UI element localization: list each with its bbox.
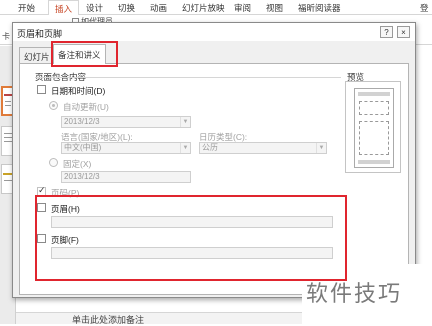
ribbon-tab-design[interactable]: 设计 [86, 2, 103, 14]
ribbon-tab-transitions[interactable]: 切换 [118, 2, 135, 14]
ribbon-tab-foxit[interactable]: 福昕阅读器 [298, 2, 341, 14]
datetime-checkbox[interactable] [37, 85, 46, 94]
ribbon-tab-slideshow[interactable]: 幻灯片放映 [182, 2, 225, 14]
calendar-select[interactable]: 公历 ▼ [199, 142, 327, 154]
language-select[interactable]: 中文(中国) ▼ [61, 142, 191, 154]
ribbon-command-2[interactable]: 卡 [2, 31, 10, 42]
auto-update-label: 自动更新(U) [63, 102, 109, 112]
fixed-date-field[interactable]: 2013/12/3 [61, 171, 191, 183]
chevron-down-icon: ▼ [180, 143, 190, 153]
notes-placeholder: 单击此处添加备注 [72, 315, 145, 325]
chevron-down-icon: ▼ [316, 143, 326, 153]
ribbon-tab-bar: 开始 插入 设计 切换 动画 幻灯片放映 审阅 视图 福昕阅读器 登 [0, 0, 432, 16]
ribbon-tab-review[interactable]: 审阅 [234, 2, 251, 14]
ribbon-signin[interactable]: 登 [420, 2, 429, 14]
tab-highlight-box [51, 41, 118, 67]
ribbon-tab-home[interactable]: 开始 [18, 2, 35, 14]
ribbon-tab-view[interactable]: 视图 [266, 2, 283, 14]
ribbon-tab-insert[interactable]: 插入 [48, 0, 80, 16]
auto-update-radio[interactable] [49, 101, 58, 110]
header-footer-dialog: 页眉和页脚 ? × 幻灯片 备注和讲义 页面包含内容 日期和时间(D) 自动更新… [12, 22, 416, 298]
ribbon-tab-animations[interactable]: 动画 [150, 2, 167, 14]
dialog-title: 页眉和页脚 [17, 29, 63, 39]
datetime-label: 日期和时间(D) [51, 86, 106, 96]
group-divider [35, 77, 341, 78]
help-button[interactable]: ? [380, 26, 393, 38]
close-button[interactable]: × [397, 26, 410, 38]
tab-slide[interactable]: 幻灯片 [19, 47, 55, 63]
preview-page [354, 88, 394, 168]
dialog-titlebar: 页眉和页脚 ? × [13, 23, 415, 41]
fixed-label: 固定(X) [63, 159, 92, 169]
fixed-radio[interactable] [49, 158, 58, 167]
preview-panel [345, 81, 401, 173]
header-footer-highlight-box [35, 195, 347, 281]
date-format-select[interactable]: 2013/12/3 ▼ [61, 116, 191, 128]
chevron-down-icon: ▼ [180, 117, 190, 127]
